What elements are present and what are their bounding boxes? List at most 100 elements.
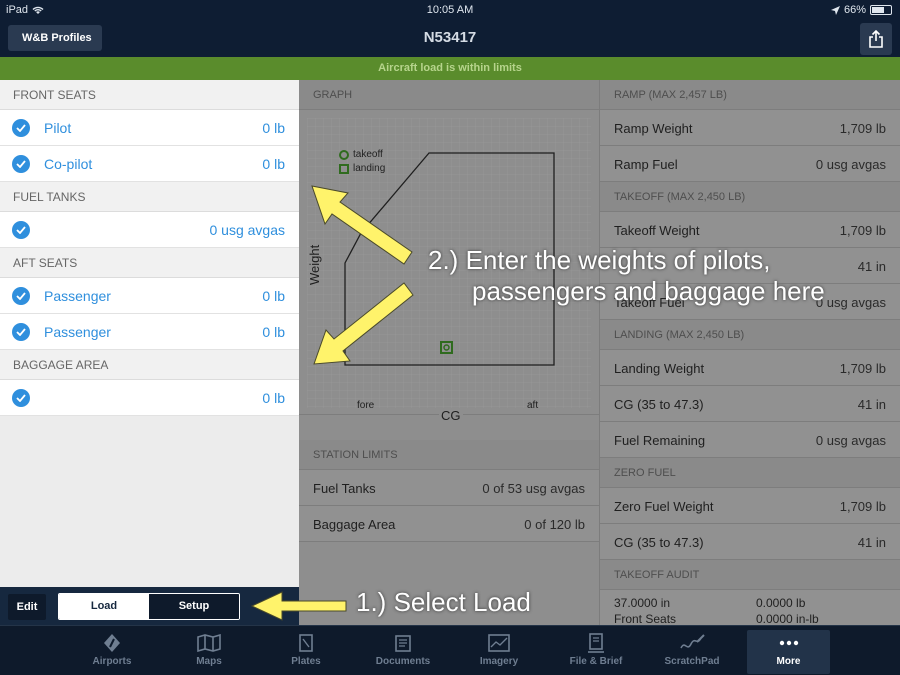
section-header-front-seats: FRONT SEATS: [0, 80, 299, 110]
checkmark-icon: [12, 389, 30, 407]
row-value: 0 usg avgas: [209, 222, 286, 238]
left-toolbar: Edit Load Setup: [0, 587, 299, 625]
row-value: 0 of 120 lb: [524, 517, 585, 532]
row-label: Baggage Area: [313, 517, 396, 532]
section-header-baggage-area: BAGGAGE AREA: [0, 350, 299, 380]
share-icon: [869, 30, 883, 48]
checkmark-icon: [12, 119, 30, 137]
row-label: Passenger: [44, 324, 111, 340]
section-header-zero-fuel: ZERO FUEL: [600, 458, 900, 488]
load-row-pilot[interactable]: Pilot 0 lb: [0, 110, 299, 146]
row-label: Passenger: [44, 288, 111, 304]
audit-arm: 37.0000 in: [614, 596, 671, 610]
summary-panel: RAMP (MAX 2,457 LB) Ramp Weight 1,709 lb …: [599, 80, 900, 630]
nav-bar: W&B Profiles N53417: [0, 20, 900, 57]
scratchpad-icon: [680, 634, 705, 649]
annotation-step2-line2: passengers and baggage here: [472, 276, 825, 306]
row-value: 0 of 53 usg avgas: [482, 481, 585, 496]
row-label: Pilot: [44, 120, 72, 136]
row-label: Takeoff Weight: [614, 223, 700, 238]
audit-moment: 0.0000 in-lb: [756, 612, 819, 626]
load-status-banner: Aircraft load is within limits: [0, 57, 900, 80]
audit-row: 37.0000 in 0.0000 lb Front Seats 0.0000 …: [600, 590, 900, 630]
section-header-graph: GRAPH: [299, 80, 599, 110]
edit-button[interactable]: Edit: [8, 594, 46, 620]
graph-legend: takeoff landing: [339, 148, 385, 176]
y-axis-label: Weight: [307, 244, 322, 285]
row-value: 1,709 lb: [839, 121, 886, 136]
row-label: CG (35 to 47.3): [614, 535, 704, 550]
plates-icon: [299, 634, 313, 652]
row-label: Landing Weight: [614, 361, 705, 376]
tab-label: Plates: [291, 656, 321, 667]
segment-setup[interactable]: Setup: [149, 594, 239, 619]
airport-icon: [104, 634, 120, 652]
section-header-landing: LANDING (MAX 2,450 LB): [600, 320, 900, 350]
summary-row: Zero Fuel Weight 1,709 lb: [600, 488, 900, 524]
load-row-co-pilot[interactable]: Co-pilot 0 lb: [0, 146, 299, 182]
tab-plates[interactable]: Plates: [266, 630, 346, 674]
tab-label: ScratchPad: [664, 656, 720, 667]
audit-station: Front Seats: [614, 612, 677, 626]
row-value: 0 usg avgas: [815, 433, 886, 448]
tab-label: Documents: [375, 656, 431, 667]
summary-row: Landing Weight 1,709 lb: [600, 350, 900, 386]
row-value: 41 in: [857, 535, 886, 550]
annotation-step2-line1: 2.) Enter the weights of pilots,: [428, 245, 771, 275]
summary-row: CG (35 to 47.3) 41 in: [600, 386, 900, 422]
section-header-station-limits: STATION LIMITS: [299, 440, 599, 470]
battery-percent: 66%: [843, 4, 866, 16]
legend-landing: landing: [353, 163, 386, 174]
load-row-passenger-2[interactable]: Passenger 0 lb: [0, 314, 299, 350]
segment-load[interactable]: Load: [59, 594, 149, 619]
section-header-fuel-tanks: FUEL TANKS: [0, 182, 299, 212]
landing-legend-icon: [339, 164, 349, 174]
row-value: 41 in: [857, 397, 886, 412]
tab-label: File & Brief: [569, 656, 623, 667]
load-row-passenger-1[interactable]: Passenger 0 lb: [0, 278, 299, 314]
row-label: Ramp Weight: [614, 121, 693, 136]
battery-icon: [870, 5, 892, 15]
summary-row: Fuel Remaining 0 usg avgas: [600, 422, 900, 458]
section-header-aft-seats: AFT SEATS: [0, 248, 299, 278]
row-value: 0 lb: [262, 390, 285, 406]
map-icon: [197, 634, 221, 652]
tab-file-brief[interactable]: File & Brief: [556, 630, 636, 674]
row-label: Fuel Tanks: [313, 481, 376, 496]
status-time: 10:05 AM: [426, 4, 474, 16]
documents-icon: [395, 635, 411, 652]
tab-imagery[interactable]: Imagery: [459, 630, 539, 674]
section-header-takeoff-audit: TAKEOFF AUDIT: [600, 560, 900, 590]
tab-bar: Airports Maps Plates Documents Imagery F…: [0, 625, 900, 675]
row-value: 1,709 lb: [839, 499, 886, 514]
tab-label: More: [776, 656, 801, 667]
load-row-baggage[interactable]: 0 lb: [0, 380, 299, 416]
tab-maps[interactable]: Maps: [169, 630, 249, 674]
tab-scratchpad[interactable]: ScratchPad: [652, 630, 732, 674]
tab-more[interactable]: More: [747, 630, 830, 674]
section-header-takeoff: TAKEOFF (MAX 2,450 LB): [600, 182, 900, 212]
station-row-baggage: Baggage Area 0 of 120 lb: [299, 506, 599, 542]
station-row-fuel: Fuel Tanks 0 of 53 usg avgas: [299, 470, 599, 506]
row-label: Ramp Fuel: [614, 157, 678, 172]
tab-airports[interactable]: Airports: [72, 630, 152, 674]
summary-row: Takeoff Weight 1,709 lb: [600, 212, 900, 248]
load-row-fuel[interactable]: 0 usg avgas: [0, 212, 299, 248]
row-label: CG (35 to 47.3): [614, 397, 704, 412]
tab-label: Imagery: [479, 656, 519, 667]
section-header-ramp: RAMP (MAX 2,457 LB): [600, 80, 900, 110]
row-label: Co-pilot: [44, 156, 93, 172]
x-axis-fore: fore: [357, 400, 375, 411]
tab-documents[interactable]: Documents: [363, 630, 443, 674]
checkmark-icon: [12, 323, 30, 341]
takeoff-legend-icon: [339, 150, 349, 160]
checkmark-icon: [12, 287, 30, 305]
file-brief-icon: [588, 633, 604, 653]
location-icon: [830, 5, 840, 15]
x-axis-label: CG: [439, 408, 463, 423]
row-value: 0 lb: [262, 288, 285, 304]
more-icon: [779, 640, 798, 646]
row-value: 1,709 lb: [839, 223, 886, 238]
row-value: 0 lb: [262, 324, 285, 340]
share-button[interactable]: [860, 23, 892, 55]
